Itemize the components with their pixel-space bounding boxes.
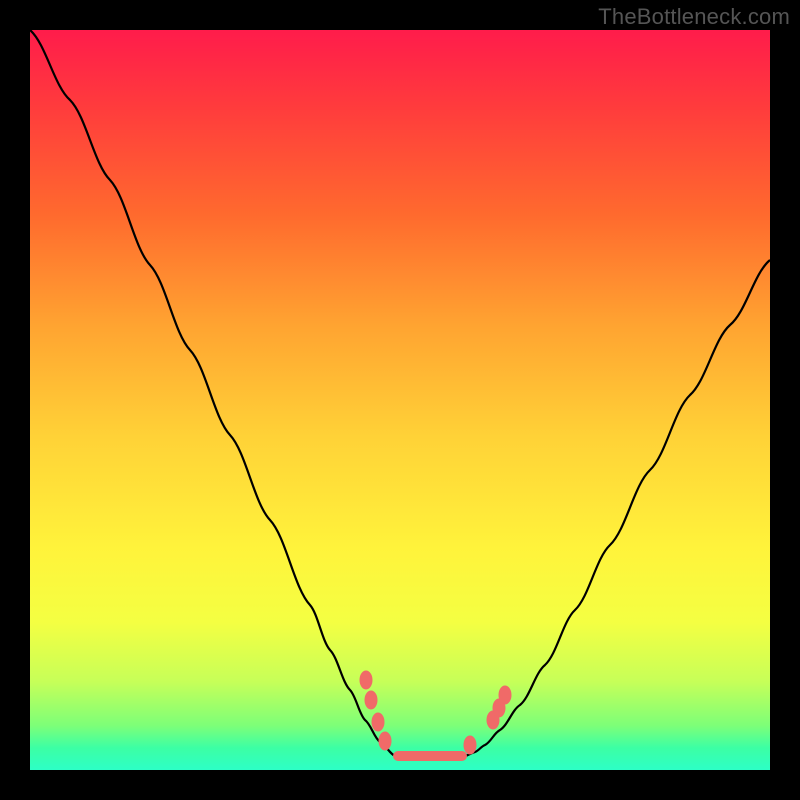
chart-svg (30, 30, 770, 770)
curves-group (30, 30, 770, 756)
highlight-dot (464, 736, 476, 754)
chart-frame: TheBottleneck.com (0, 0, 800, 800)
curve-left (30, 30, 395, 756)
highlight-dot (372, 713, 384, 731)
plot-area (30, 30, 770, 770)
highlight-dot (365, 691, 377, 709)
watermark-label: TheBottleneck.com (598, 4, 790, 30)
curve-right (465, 260, 770, 756)
highlight-dot (379, 732, 391, 750)
highlight-dot (499, 686, 511, 704)
highlight-dot (360, 671, 372, 689)
